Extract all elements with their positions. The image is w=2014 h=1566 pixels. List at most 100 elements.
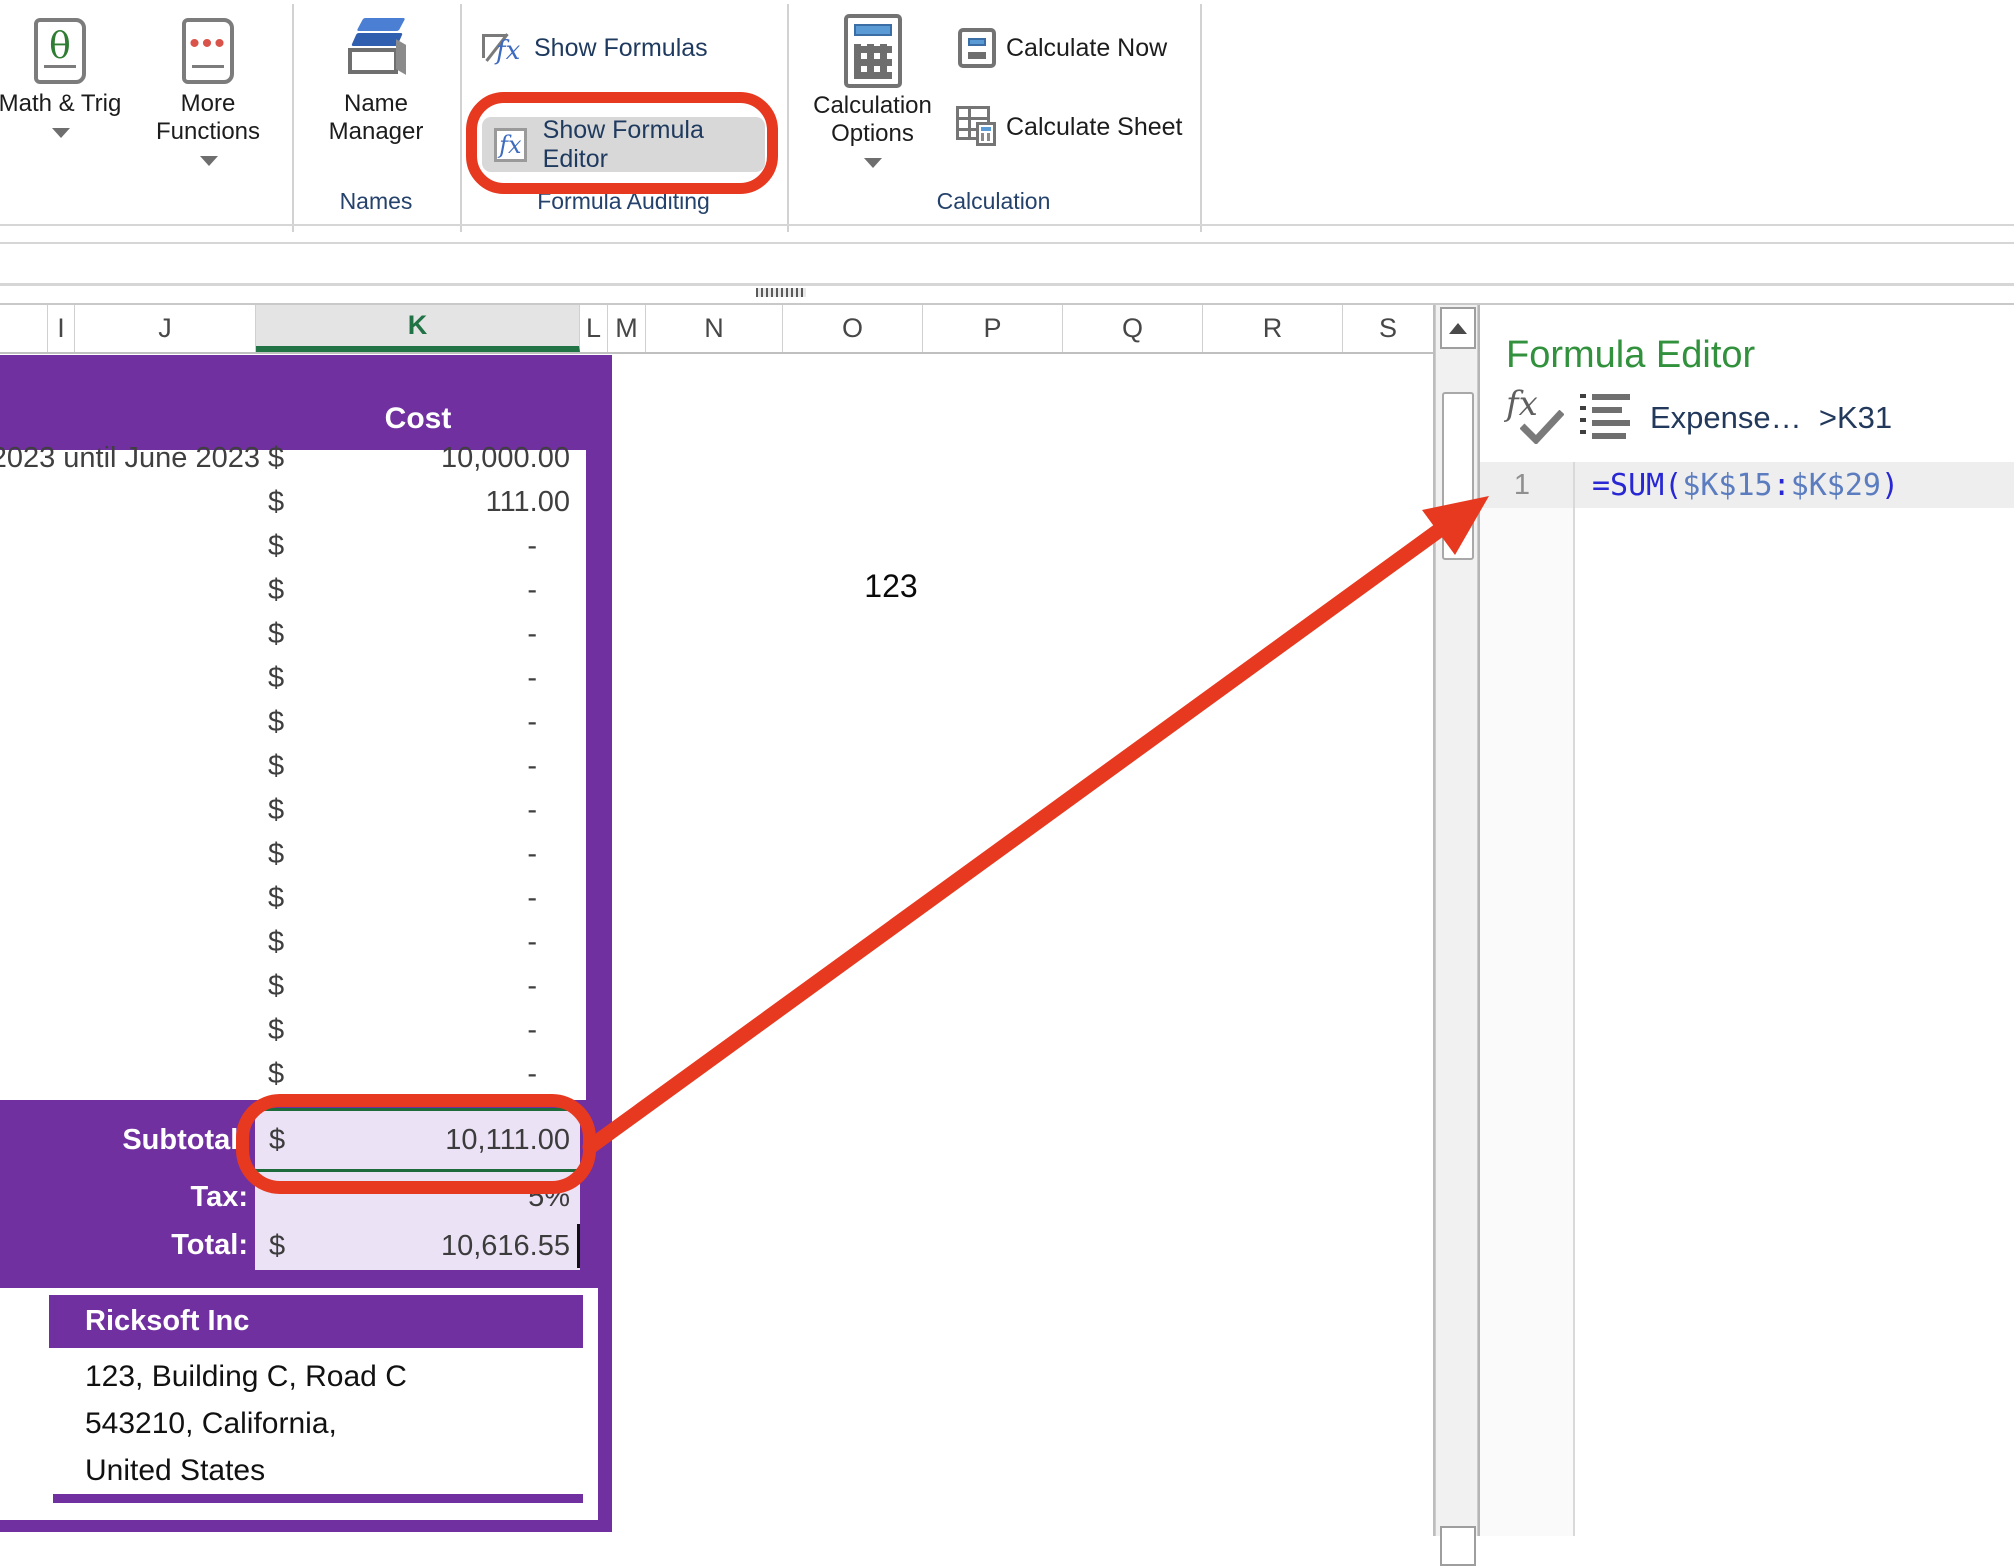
annotation-ring-subtotal bbox=[236, 1094, 596, 1194]
expense-row[interactable]: $- bbox=[0, 568, 586, 612]
expense-row[interactable]: $- bbox=[0, 1052, 586, 1096]
formula-part: $K$15 bbox=[1682, 468, 1772, 503]
cost-value: - bbox=[268, 524, 570, 568]
expense-row[interactable]: $- bbox=[0, 788, 586, 832]
name-manager-button[interactable]: Name Manager bbox=[316, 8, 436, 148]
column-header-K[interactable]: K bbox=[256, 305, 580, 352]
math-trig-dropdown-icon[interactable] bbox=[52, 128, 70, 138]
formula-cell-reference: Expense… >K31 bbox=[1650, 400, 1892, 436]
column-header-Q[interactable]: Q bbox=[1063, 305, 1203, 352]
calculation-options-dropdown-icon[interactable] bbox=[864, 158, 882, 168]
company-name: Ricksoft Inc bbox=[85, 1305, 249, 1338]
column-header-L[interactable]: L bbox=[580, 305, 608, 352]
expense-row[interactable]: $- bbox=[0, 1008, 586, 1052]
cost-column-header[interactable]: Cost bbox=[330, 402, 506, 436]
expense-row[interactable]: $- bbox=[0, 524, 586, 568]
expense-row[interactable]: $- bbox=[0, 700, 586, 744]
pane-grip-icon[interactable] bbox=[756, 288, 806, 297]
group-label-names: Names bbox=[292, 188, 460, 215]
subtotal-label: Subtotal: bbox=[0, 1118, 248, 1162]
formula-input[interactable]: =SUM($K$15:$K$29) bbox=[1592, 462, 1899, 508]
expense-row[interactable]: 2023 until June 2023$10,000.00 bbox=[0, 436, 586, 480]
cell-caret bbox=[577, 1224, 580, 1268]
formula-part: : bbox=[1773, 468, 1791, 503]
show-formulas-button[interactable]: fx Show Formulas bbox=[476, 28, 766, 72]
total-label: Total: bbox=[0, 1223, 248, 1267]
expense-row[interactable]: $- bbox=[0, 612, 586, 656]
calculate-sheet-label: Calculate Sheet bbox=[1006, 113, 1183, 142]
column-header-row[interactable]: IJKLMNOPQRS bbox=[0, 305, 1434, 354]
expense-row[interactable]: $- bbox=[0, 876, 586, 920]
ribbon-bottom-line bbox=[0, 224, 2014, 226]
calculate-sheet-icon bbox=[956, 106, 998, 148]
formula-gutter bbox=[1480, 508, 1573, 1536]
expense-row-label: 2023 until June 2023 bbox=[0, 436, 260, 480]
column-header-I[interactable]: I bbox=[48, 305, 75, 352]
more-functions-label-2: Functions bbox=[148, 118, 268, 146]
expense-row[interactable]: $- bbox=[0, 832, 586, 876]
scroll-up-icon bbox=[1449, 323, 1467, 334]
ribbon: θ Math & Trig ••• More Functions Name Ma… bbox=[0, 0, 2014, 224]
table-outer-bottom-border bbox=[0, 1520, 612, 1532]
name-manager-icon bbox=[346, 16, 408, 78]
company-address-line3[interactable]: United States bbox=[85, 1454, 265, 1488]
column-header-R[interactable]: R bbox=[1203, 305, 1343, 352]
expense-row[interactable]: $- bbox=[0, 964, 586, 1008]
total-currency: $ bbox=[269, 1222, 285, 1270]
calculation-options-icon bbox=[844, 14, 902, 88]
math-trig-label: Math & Trig bbox=[0, 90, 126, 118]
formula-list-icon[interactable] bbox=[1580, 394, 1630, 442]
total-cell[interactable]: $ 10,616.55 bbox=[255, 1222, 580, 1270]
cell-value-123[interactable]: 123 bbox=[858, 568, 924, 605]
cost-value: - bbox=[268, 920, 570, 964]
company-address-line2[interactable]: 543210, California, bbox=[85, 1407, 337, 1441]
formula-editor-title: Formula Editor bbox=[1506, 334, 1755, 377]
column-header-stub[interactable] bbox=[0, 305, 48, 352]
company-underline bbox=[53, 1494, 583, 1503]
annotation-ring-ribbon bbox=[466, 92, 778, 194]
column-header-O[interactable]: O bbox=[783, 305, 923, 352]
calculate-now-button[interactable]: Calculate Now bbox=[952, 26, 1182, 70]
cost-value: - bbox=[268, 1052, 570, 1096]
calculate-now-label: Calculate Now bbox=[1006, 34, 1167, 63]
cost-value: 10,000.00 bbox=[268, 436, 570, 480]
scrollbar-down-button[interactable] bbox=[1440, 1526, 1476, 1566]
formula-bar-bottom-line bbox=[0, 283, 2014, 286]
table-outer-right-border bbox=[598, 1288, 612, 1532]
calculation-options-label-1: Calculation bbox=[800, 92, 945, 120]
more-functions-icon: ••• bbox=[182, 18, 234, 84]
total-value: 10,616.55 bbox=[441, 1222, 570, 1270]
math-trig-icon: θ bbox=[34, 18, 86, 84]
gutter-divider bbox=[1573, 462, 1575, 1536]
expense-row[interactable]: $- bbox=[0, 656, 586, 700]
scrollbar-thumb[interactable] bbox=[1442, 392, 1474, 560]
column-header-N[interactable]: N bbox=[646, 305, 783, 352]
show-formulas-label: Show Formulas bbox=[534, 34, 708, 63]
calculate-sheet-button[interactable]: Calculate Sheet bbox=[952, 104, 1192, 150]
company-name-bar: Ricksoft Inc bbox=[49, 1295, 583, 1348]
expense-row[interactable]: $111.00 bbox=[0, 480, 586, 524]
calculation-options-label-2: Options bbox=[800, 120, 945, 148]
formula-part: $K$29 bbox=[1791, 468, 1881, 503]
scrollbar-up-button[interactable] bbox=[1440, 307, 1476, 349]
more-functions-button[interactable]: ••• More Functions bbox=[148, 8, 268, 173]
column-header-S[interactable]: S bbox=[1343, 305, 1434, 352]
more-functions-dropdown-icon[interactable] bbox=[200, 156, 218, 166]
column-header-P[interactable]: P bbox=[923, 305, 1063, 352]
math-trig-button[interactable]: θ Math & Trig bbox=[0, 8, 120, 158]
column-header-M[interactable]: M bbox=[608, 305, 646, 352]
ribbon-divider bbox=[1200, 4, 1202, 232]
name-manager-label-2: Manager bbox=[316, 118, 436, 146]
expense-row[interactable]: $- bbox=[0, 920, 586, 964]
cost-value: - bbox=[268, 612, 570, 656]
formula-bar-top-line bbox=[0, 242, 2014, 244]
formula-check-icon[interactable]: fx bbox=[1506, 388, 1562, 446]
expense-rows[interactable]: 2023 until June 2023$10,000.00$111.00$-$… bbox=[0, 436, 586, 1100]
calculation-options-button[interactable]: Calculation Options bbox=[800, 8, 945, 176]
calculate-now-icon bbox=[958, 28, 996, 68]
more-functions-label-1: More bbox=[148, 90, 268, 118]
company-address-line1[interactable]: 123, Building C, Road C bbox=[85, 1360, 407, 1394]
expense-row[interactable]: $- bbox=[0, 744, 586, 788]
cost-value: - bbox=[268, 788, 570, 832]
column-header-J[interactable]: J bbox=[75, 305, 256, 352]
